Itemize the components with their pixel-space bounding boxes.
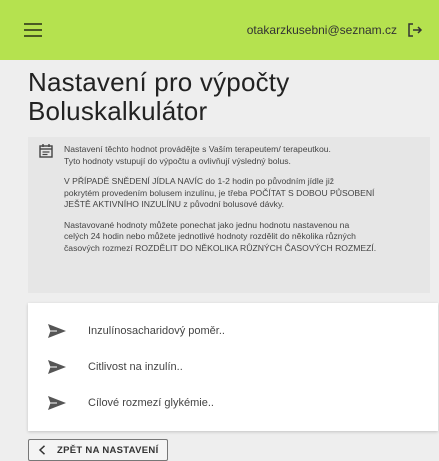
info-text-line: Nastavení těchto hodnot provádějte s Vaš… xyxy=(64,144,331,154)
list-item-insulin-sensitivity[interactable]: Citlivost na inzulín.. xyxy=(28,349,438,385)
info-paragraph-2: V PŘÍPADĚ SNĚDENÍ JÍDLA NAVÍC do 1-2 hod… xyxy=(64,176,424,211)
send-icon xyxy=(48,324,66,338)
info-text-line: pokrytém provedením bolusem inzulínu, je… xyxy=(64,187,375,198)
user-area: otakarzkusebni@seznam.cz xyxy=(247,22,423,38)
list-item-label: Cílové rozmezí glykémie.. xyxy=(88,397,214,409)
info-paragraph-1: Nastavení těchto hodnot provádějte s Vaš… xyxy=(64,144,424,167)
list-item-insulin-carb-ratio[interactable]: Inzulínosacharidový poměr.. xyxy=(28,313,438,349)
user-email: otakarzkusebni@seznam.cz xyxy=(246,23,397,37)
hamburger-menu-icon[interactable] xyxy=(24,23,42,37)
info-text: Nastavení těchto hodnot provádějte s Vaš… xyxy=(64,144,424,263)
calendar-note-icon xyxy=(39,144,53,158)
info-box: Nastavení těchto hodnot provádějte s Vaš… xyxy=(28,137,430,293)
back-to-settings-button[interactable]: ZPĚT NA NASTAVENÍ xyxy=(28,439,168,461)
info-text-line: JEŠTĚ AKTIVNÍHO INZULÍNU z původní bolus… xyxy=(64,199,285,209)
info-text-line: V PŘÍPADĚ SNĚDENÍ JÍDLA NAVÍC do 1-2 hod… xyxy=(64,176,335,186)
send-icon xyxy=(48,360,66,374)
info-text-line: celých 24 hodin nebo můžete jednotlivé h… xyxy=(64,231,356,241)
list-item-label: Inzulínosacharidový poměr.. xyxy=(88,325,225,337)
list-item-target-glycemia-range[interactable]: Cílové rozmezí glykémie.. xyxy=(28,385,438,421)
info-text-line: časových rozmezí ROZDĚLIT DO NĚKOLIKA RŮ… xyxy=(64,242,377,253)
page-title: Nastavení pro výpočty Boluskalkulátor xyxy=(28,68,428,126)
chevron-left-icon xyxy=(38,445,46,455)
page-title-line1: Nastavení pro výpočty xyxy=(28,67,290,97)
top-app-bar: otakarzkusebni@seznam.cz xyxy=(0,0,439,60)
info-text-line: Tyto hodnoty vstupují do výpočtu a ovliv… xyxy=(64,155,291,166)
page-title-line2: Boluskalkulátor xyxy=(28,96,208,126)
send-icon xyxy=(48,396,66,410)
back-button-label: ZPĚT NA NASTAVENÍ xyxy=(57,444,159,456)
settings-list-card: Inzulínosacharidový poměr.. Citlivost na… xyxy=(28,303,438,431)
info-paragraph-3: Nastavované hodnoty můžete ponechat jako… xyxy=(64,220,424,255)
logout-icon[interactable] xyxy=(407,22,423,38)
list-item-label: Citlivost na inzulín.. xyxy=(88,361,183,373)
info-text-line: Nastavované hodnoty můžete ponechat jako… xyxy=(64,219,350,230)
